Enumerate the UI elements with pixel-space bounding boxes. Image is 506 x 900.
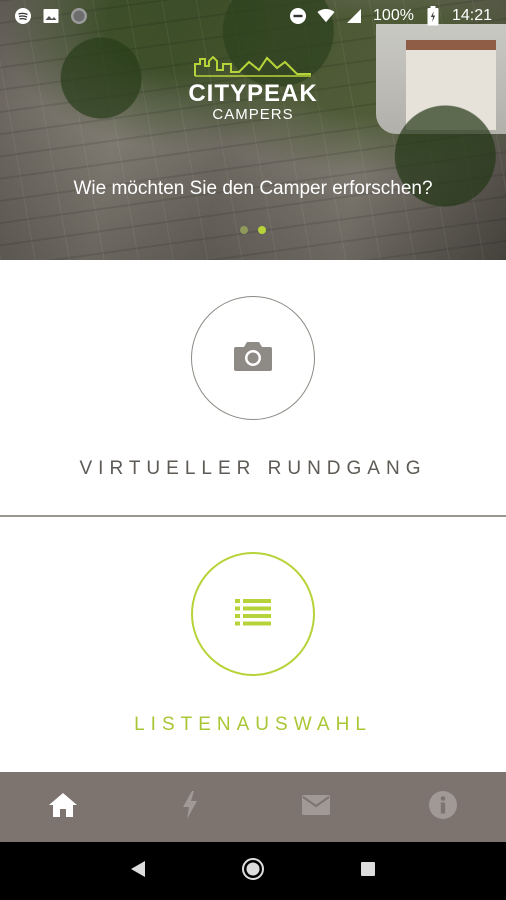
virtual-tour-button[interactable]	[191, 296, 315, 420]
citypeak-logo: CITYPEAK CAMPERS	[0, 52, 506, 123]
signal-icon	[345, 7, 363, 25]
mail-icon	[301, 794, 331, 821]
system-navigation-bar	[0, 842, 506, 900]
list-selection-option[interactable]: LISTENAUSWAHL	[0, 517, 506, 772]
camera-icon	[233, 340, 273, 377]
skyline-logo-icon	[194, 55, 311, 77]
pager-dots	[0, 226, 506, 234]
nav-info[interactable]	[411, 775, 475, 839]
battery-percentage: 100%	[373, 7, 414, 24]
circle-icon	[70, 7, 88, 25]
virtual-tour-label: VIRTUELLER RUNDGANG	[79, 458, 427, 479]
main-content: VIRTUELLER RUNDGANG LISTENAUSWAHL	[0, 260, 506, 772]
wifi-icon	[317, 7, 335, 25]
hero-foliage	[0, 0, 506, 260]
nav-mail[interactable]	[284, 775, 348, 839]
back-icon	[130, 860, 146, 883]
nav-home[interactable]	[31, 775, 95, 839]
battery-icon	[424, 6, 442, 26]
image-icon	[42, 7, 60, 25]
logo-sub-text: CAMPERS	[212, 106, 294, 123]
nav-power[interactable]	[158, 775, 222, 839]
logo-brand-text: CITYPEAK	[188, 80, 318, 107]
list-icon	[234, 597, 272, 632]
status-bar: 100% 14:21	[0, 0, 506, 32]
home-icon	[48, 792, 78, 823]
system-recents-button[interactable]	[344, 847, 392, 895]
pager-dot[interactable]	[240, 226, 248, 234]
hero-question: Wie möchten Sie den Camper erforschen?	[73, 178, 433, 199]
list-selection-button[interactable]	[191, 552, 315, 676]
system-home-button[interactable]	[229, 847, 277, 895]
do-not-disturb-icon	[289, 7, 307, 25]
info-icon	[428, 790, 458, 825]
hero-banner	[0, 0, 506, 260]
list-selection-label: LISTENAUSWAHL	[134, 714, 372, 735]
lightning-icon	[181, 790, 199, 825]
home-circle-icon	[241, 857, 265, 886]
pager-dot-active[interactable]	[258, 226, 266, 234]
virtual-tour-option[interactable]: VIRTUELLER RUNDGANG	[0, 260, 506, 515]
system-back-button[interactable]	[114, 847, 162, 895]
recents-icon	[360, 861, 376, 882]
bottom-navigation	[0, 772, 506, 842]
clock: 14:21	[451, 7, 492, 24]
spotify-icon	[14, 7, 32, 25]
